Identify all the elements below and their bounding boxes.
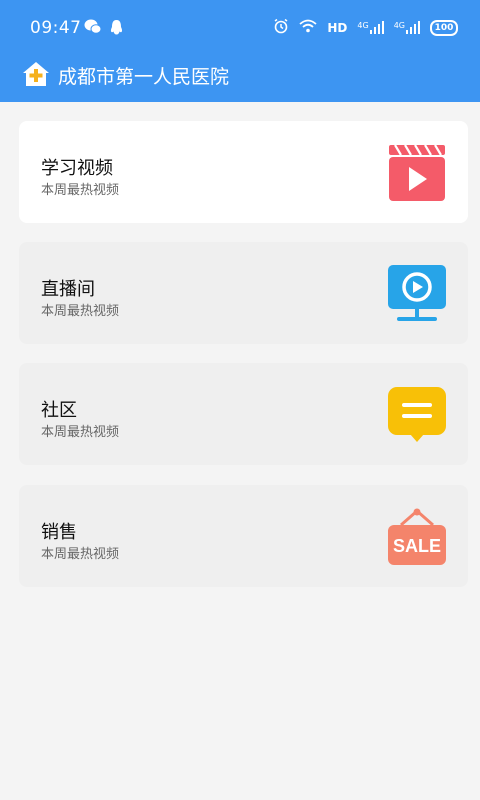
signal-icon-1: 4G xyxy=(357,21,384,34)
menu-item-sales[interactable]: 销售 本周最热视频 SALE xyxy=(19,485,468,587)
status-notification-icons xyxy=(84,19,123,40)
app-header: 成都市第一人民医院 xyxy=(0,56,480,102)
status-time: 09:47 xyxy=(30,18,82,38)
menu-item-subtitle: 本周最热视频 xyxy=(41,425,120,440)
qq-icon xyxy=(110,19,123,40)
menu-item-title: 销售 xyxy=(41,522,77,543)
app-bar: 09:47 HD 4G 4G 100 成都市第一人民医院 xyxy=(0,0,480,102)
signal-icon-2: 4G xyxy=(394,21,420,34)
wifi-icon xyxy=(299,19,317,36)
menu-item-subtitle: 本周最热视频 xyxy=(41,183,120,198)
menu-item-community[interactable]: 社区 本周最热视频 xyxy=(19,363,468,465)
video-play-icon xyxy=(387,143,447,203)
alarm-icon xyxy=(273,18,289,37)
wechat-icon xyxy=(84,19,102,40)
menu-item-subtitle: 本周最热视频 xyxy=(41,547,120,562)
battery-icon: 100 xyxy=(430,19,458,36)
signal-1-label: 4G xyxy=(357,21,369,30)
status-bar: 09:47 HD 4G 4G 100 xyxy=(0,0,480,56)
menu-item-title: 学习视频 xyxy=(41,158,113,179)
signal-2-label: 4G xyxy=(393,21,405,30)
sale-sign-icon: SALE xyxy=(387,507,447,567)
chat-bubble-icon xyxy=(387,385,447,445)
menu-item-live-room[interactable]: 直播间 本周最热视频 xyxy=(19,242,468,344)
menu-item-title: 直播间 xyxy=(41,279,95,300)
menu-item-subtitle: 本周最热视频 xyxy=(41,304,120,319)
svg-text:SALE: SALE xyxy=(393,536,441,556)
hospital-home-icon xyxy=(21,60,51,92)
live-monitor-icon xyxy=(387,264,447,324)
hd-label: HD xyxy=(327,20,348,35)
menu-item-study-video[interactable]: 学习视频 本周最热视频 xyxy=(19,121,468,223)
page-title: 成都市第一人民医院 xyxy=(58,66,230,88)
menu-item-title: 社区 xyxy=(41,400,77,421)
status-system-icons: HD 4G 4G 100 xyxy=(273,18,458,37)
